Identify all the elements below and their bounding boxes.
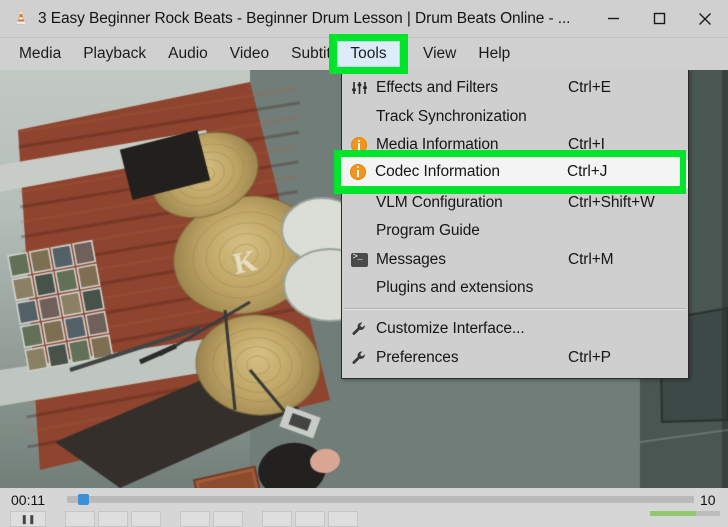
menu-item-label: Plugins and extensions: [376, 279, 534, 297]
menu-item-customize-interface[interactable]: Customize Interface...: [342, 315, 688, 344]
elapsed-time: 00:11: [11, 491, 45, 508]
menu-item-label: Program Guide: [376, 222, 480, 240]
seek-handle[interactable]: [78, 494, 89, 505]
menu-video[interactable]: Video: [219, 41, 280, 67]
menu-item-shortcut: Ctrl+P: [568, 348, 611, 366]
volume-level: [650, 511, 696, 516]
maximize-button[interactable]: [636, 0, 682, 38]
volume-control[interactable]: [650, 511, 720, 516]
volume-slider[interactable]: [650, 511, 720, 516]
previous-button[interactable]: [65, 511, 95, 527]
menu-item-label: Customize Interface...: [376, 320, 525, 338]
menu-item-program-guide[interactable]: Program Guide: [342, 217, 688, 246]
extended-settings-button[interactable]: [213, 511, 243, 527]
vlc-window: 3 Easy Beginner Rock Beats - Beginner Dr…: [0, 0, 728, 527]
fullscreen-button[interactable]: [180, 511, 210, 527]
next-button[interactable]: [131, 511, 161, 527]
menu-item-label: VLM Configuration: [376, 193, 503, 211]
menu-playback[interactable]: Playback: [72, 41, 157, 67]
tools-dropdown-menu: Effects and Filters Ctrl+E Track Synchroni…: [341, 70, 689, 379]
menu-item-effects-and-filters[interactable]: Effects and Filters Ctrl+E: [342, 74, 688, 103]
minimize-button[interactable]: [590, 0, 636, 38]
menu-item-label: Effects and Filters: [376, 79, 498, 97]
menu-view[interactable]: View: [412, 41, 467, 67]
menu-item-vlm-configuration[interactable]: VLM Configuration Ctrl+Shift+W: [342, 188, 688, 217]
bottom-bar: 00:11 10 ❚❚: [0, 488, 728, 527]
menu-help[interactable]: Help: [467, 41, 521, 67]
close-button[interactable]: [682, 0, 728, 38]
loop-button[interactable]: [295, 511, 325, 527]
seek-bar[interactable]: [67, 494, 694, 505]
vlc-cone-icon: [10, 8, 32, 30]
menu-item-label: Messages: [376, 250, 446, 268]
terminal-icon: [342, 252, 376, 267]
menu-item-shortcut: Ctrl+I: [568, 136, 605, 154]
equalizer-icon: [342, 81, 376, 95]
menu-audio[interactable]: Audio: [157, 41, 219, 67]
random-button[interactable]: [328, 511, 358, 527]
menu-item-plugins-and-extensions[interactable]: Plugins and extensions: [342, 274, 688, 303]
menu-separator: [344, 307, 686, 310]
playlist-button[interactable]: [262, 511, 292, 527]
codec-information-label: Codec Information: [375, 162, 500, 180]
stop-button[interactable]: [98, 511, 128, 527]
menu-item-label: Media Information: [376, 136, 499, 154]
wrench-icon: [342, 321, 376, 337]
menu-tools-highlighted[interactable]: Tools: [337, 41, 400, 67]
play-pause-button[interactable]: ❚❚: [10, 511, 46, 527]
menu-item-media-information[interactable]: Media Information Ctrl+I: [342, 131, 688, 160]
total-time[interactable]: 10: [700, 492, 726, 508]
window-title: 3 Easy Beginner Rock Beats - Beginner Dr…: [38, 9, 571, 27]
seek-row: 00:11 10: [0, 488, 728, 511]
menu-item-track-synchronization[interactable]: Track Synchronization: [342, 103, 688, 132]
codec-information-shortcut: Ctrl+J: [567, 162, 608, 180]
menu-item-preferences[interactable]: Preferences Ctrl+P: [342, 343, 688, 372]
window-controls: [590, 0, 728, 38]
menu-item-label: Track Synchronization: [376, 107, 527, 125]
menu-media[interactable]: Media: [8, 41, 72, 67]
menu-item-label: Preferences: [376, 348, 459, 366]
info-icon: [342, 137, 376, 154]
menu-item-shortcut: Ctrl+E: [568, 79, 611, 97]
menu-item-shortcut: Ctrl+Shift+W: [568, 193, 655, 211]
menu-item-messages[interactable]: Messages Ctrl+M: [342, 246, 688, 275]
info-icon: [341, 163, 375, 180]
menu-item-shortcut: Ctrl+M: [568, 250, 614, 268]
title-bar: 3 Easy Beginner Rock Beats - Beginner Dr…: [0, 0, 728, 38]
menu-item-codec-information[interactable]: Codec Information Ctrl+J: [341, 157, 680, 186]
wrench-icon: [342, 350, 376, 366]
control-row: ❚❚: [0, 511, 728, 527]
